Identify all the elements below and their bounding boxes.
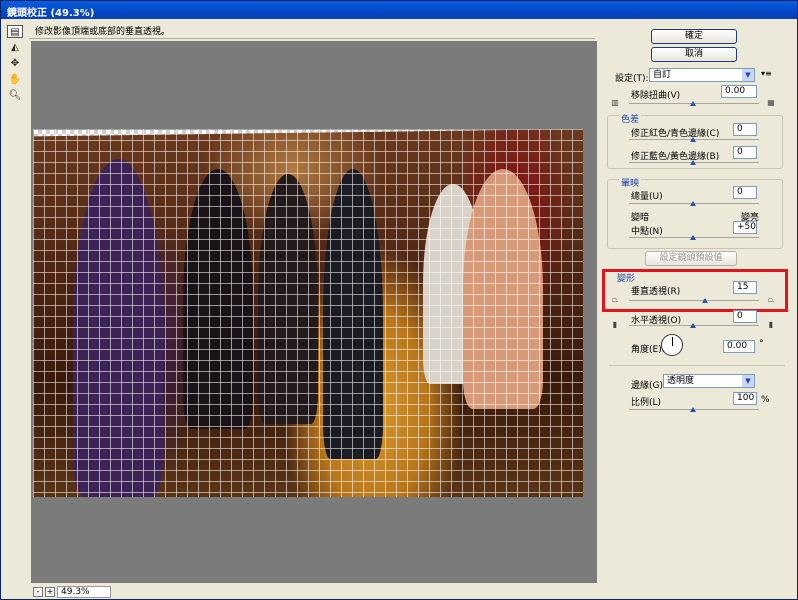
slider-thumb[interactable] bbox=[690, 160, 696, 165]
blue-yellow-field[interactable]: 0 bbox=[733, 146, 757, 159]
vertical-perspective-highlight bbox=[602, 269, 788, 312]
remove-distortion-tool-icon[interactable]: ▤ bbox=[7, 25, 23, 38]
settings-label: 設定(T): bbox=[615, 74, 649, 84]
move-grid-tool-icon[interactable]: ✥ bbox=[7, 57, 23, 70]
blue-yellow-label: 修正藍色/黃色邊緣(B) bbox=[631, 152, 720, 162]
darken-label: 變暗 bbox=[631, 213, 650, 223]
red-cyan-label: 修正紅色/青色邊緣(C) bbox=[631, 129, 720, 139]
ok-button[interactable]: 確定 bbox=[651, 29, 737, 44]
perspective-right-icon: ▮ bbox=[768, 320, 774, 329]
straighten-tool-icon[interactable]: ◭ bbox=[7, 41, 23, 54]
hand-tool-icon[interactable]: ✋ bbox=[7, 73, 23, 86]
vignette-midpoint-label: 中點(N) bbox=[631, 227, 663, 237]
zoom-tool-icon[interactable]: 🔍︎ bbox=[7, 89, 23, 102]
remove-distortion-label: 移除扭曲(V) bbox=[631, 91, 681, 101]
angle-label: 角度(E): bbox=[631, 345, 665, 355]
title-bar: 鏡頭校正 (49.3%) bbox=[1, 1, 797, 19]
chevron-down-icon: ▼ bbox=[742, 375, 754, 387]
settings-value: 自訂 bbox=[653, 70, 672, 80]
edge-value: 透明度 bbox=[667, 376, 695, 386]
hint-bar: 修改影像頂端或底部的垂直透視。 bbox=[29, 21, 595, 39]
vignette-amount-label: 總量(U) bbox=[631, 192, 663, 202]
divider bbox=[609, 365, 785, 366]
tool-strip: ▤ ◭ ✥ ✋ 🔍︎ bbox=[3, 21, 27, 599]
perspective-left-icon: ▮ bbox=[612, 320, 618, 329]
horizontal-perspective-field[interactable]: 0 bbox=[733, 310, 757, 323]
vignette-midpoint-field[interactable]: +50 bbox=[733, 221, 757, 234]
edge-select[interactable]: 透明度 ▼ bbox=[663, 374, 755, 388]
vignette-amount-field[interactable]: 0 bbox=[733, 186, 757, 199]
preview-grid bbox=[33, 129, 583, 497]
degree-label: ° bbox=[759, 339, 764, 349]
scale-field[interactable]: 100 bbox=[733, 392, 757, 405]
hint-text: 修改影像頂端或底部的垂直透視。 bbox=[35, 27, 171, 37]
cancel-button[interactable]: 取消 bbox=[651, 47, 737, 62]
settings-select[interactable]: 自訂 ▼ bbox=[649, 68, 755, 82]
pincushion-icon: ▥ bbox=[611, 98, 619, 107]
slider-thumb[interactable] bbox=[690, 235, 696, 240]
set-lens-default-button[interactable]: 設定鏡頭預設值 bbox=[645, 251, 737, 266]
window-title: 鏡頭校正 (49.3%) bbox=[7, 8, 95, 19]
scale-label: 比例(L) bbox=[631, 398, 662, 408]
edge-label: 邊緣(G): bbox=[631, 381, 667, 391]
remove-distortion-field[interactable]: 0.00 bbox=[721, 85, 757, 98]
settings-panel: 確定 取消 設定(T): 自訂 ▼ ▾≡ 移除扭曲(V) 0.00 ▥ ▦ 色差… bbox=[601, 21, 797, 599]
status-bar: - + 49.3% bbox=[29, 585, 597, 599]
image-canvas[interactable] bbox=[33, 129, 583, 497]
angle-dial[interactable] bbox=[661, 334, 683, 356]
vignette-title: 暈映 bbox=[619, 176, 642, 189]
zoom-field[interactable]: 49.3% bbox=[57, 586, 111, 598]
chromatic-title: 色差 bbox=[619, 112, 642, 125]
zoom-out-button[interactable]: - bbox=[33, 587, 43, 597]
angle-field[interactable]: 0.00 bbox=[723, 340, 755, 353]
percent-label: % bbox=[761, 395, 770, 405]
zoom-in-button[interactable]: + bbox=[45, 587, 55, 597]
barrel-icon: ▦ bbox=[767, 98, 775, 107]
slider-thumb[interactable] bbox=[690, 323, 696, 328]
preview-area[interactable] bbox=[31, 41, 597, 583]
settings-menu-icon[interactable]: ▾≡ bbox=[761, 69, 772, 78]
slider-thumb[interactable] bbox=[690, 137, 696, 142]
slider-thumb[interactable] bbox=[690, 201, 696, 206]
slider-thumb[interactable] bbox=[690, 101, 696, 106]
chevron-down-icon: ▼ bbox=[742, 69, 754, 81]
red-cyan-field[interactable]: 0 bbox=[733, 123, 757, 136]
lens-correction-dialog: 鏡頭校正 (49.3%) ▤ ◭ ✥ ✋ 🔍︎ 修改影像頂端或底部的垂直透視。 … bbox=[0, 0, 798, 600]
slider-thumb[interactable] bbox=[690, 407, 696, 412]
